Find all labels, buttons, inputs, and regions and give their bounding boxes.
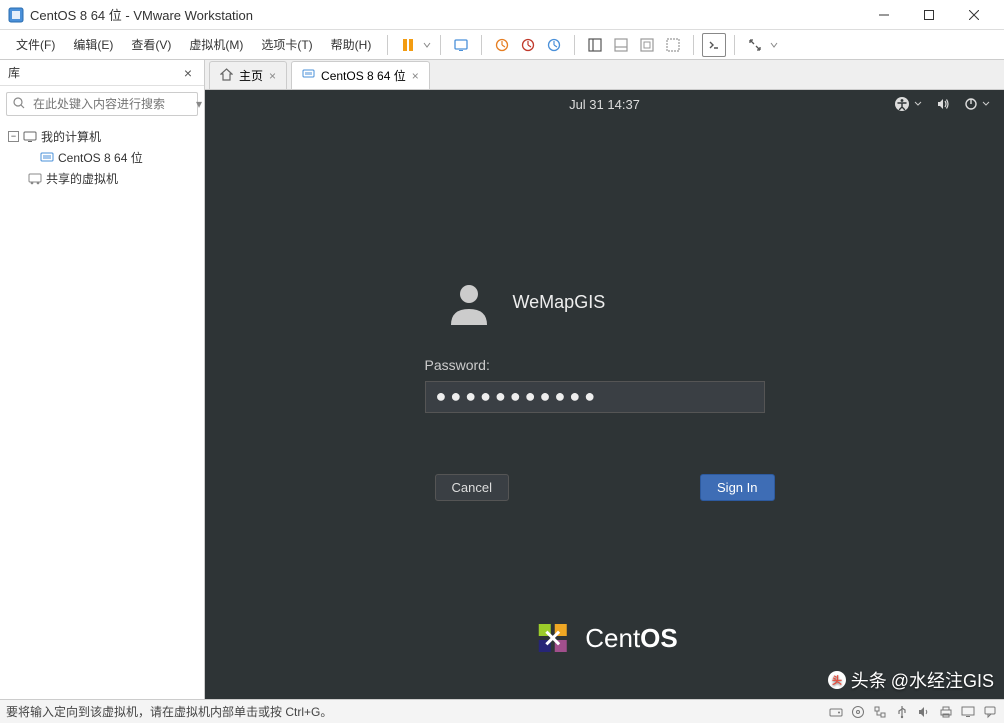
centos-logo-icon [531,617,573,659]
tray-printer-icon[interactable] [938,704,954,720]
login-panel: WeMapGIS Password: [425,279,785,413]
username-label: WeMapGIS [513,292,606,313]
status-text: 要将输入定向到该虚拟机，请在虚拟机内部单击或按 Ctrl+G。 [6,703,828,720]
gnome-top-bar: Jul 31 14:37 [205,90,1004,118]
centos-text: CentOS [585,623,678,654]
menu-view[interactable]: 查看(V) [123,32,179,57]
search-icon [7,97,31,112]
library-sidebar: 库 × ▾ − 我的计算机 CentOS 8 64 位 共享的虚拟机 [0,60,205,699]
watermark: 头 头条 @水经注GIS [827,667,994,693]
sidebar-close-button[interactable]: × [180,65,196,81]
send-cad-button[interactable] [449,33,473,57]
tree-label: 共享的虚拟机 [46,170,118,187]
separator [734,35,735,55]
gnome-clock[interactable]: Jul 31 14:37 [569,97,640,112]
vm-viewport[interactable]: Jul 31 14:37 WeMapGIS [205,90,1004,699]
tab-close-icon[interactable]: × [269,69,276,83]
home-icon [220,68,233,84]
unity-button[interactable] [661,33,685,57]
view-single-button[interactable] [583,33,607,57]
login-buttons: Cancel Sign In [435,474,775,501]
menu-help[interactable]: 帮助(H) [323,32,380,57]
separator [693,35,694,55]
collapse-icon[interactable]: − [8,131,19,142]
tree-label: 我的计算机 [41,128,101,145]
console-button[interactable] [702,33,726,57]
signin-button[interactable]: Sign In [700,474,774,501]
tree-label: CentOS 8 64 位 [58,149,143,166]
tab-bar: 主页 × CentOS 8 64 位 × [205,60,1004,90]
tab-label: 主页 [239,67,263,84]
tray-cd-icon[interactable] [850,704,866,720]
library-tree: − 我的计算机 CentOS 8 64 位 共享的虚拟机 [0,122,204,193]
power-menu[interactable] [964,97,990,111]
tab-centos[interactable]: CentOS 8 64 位 × [291,61,430,89]
stretch-button[interactable] [743,33,767,57]
tray-hdd-icon[interactable] [828,704,844,720]
separator [481,35,482,55]
tray-usb-icon[interactable] [894,704,910,720]
menu-vm[interactable]: 虚拟机(M) [181,32,251,57]
vm-icon [302,68,315,84]
tab-home[interactable]: 主页 × [209,61,287,89]
watermark-prefix: 头条 [851,667,887,693]
pause-dropdown[interactable] [422,41,432,49]
tray-display-icon[interactable] [960,704,976,720]
password-input[interactable] [425,381,765,413]
vm-icon [40,151,54,165]
manage-snapshots-button[interactable] [542,33,566,57]
cancel-button[interactable]: Cancel [435,474,509,501]
revert-snapshot-button[interactable] [516,33,540,57]
password-label: Password: [425,357,490,373]
tab-close-icon[interactable]: × [412,69,419,83]
watermark-handle: @水经注GIS [891,667,994,693]
separator [387,35,388,55]
avatar-icon [445,279,493,327]
close-button[interactable] [951,0,996,30]
menubar: 文件(F) 编辑(E) 查看(V) 虚拟机(M) 选项卡(T) 帮助(H) [0,30,1004,60]
tree-item-shared-vms[interactable]: 共享的虚拟机 [8,168,196,189]
window-titlebar: CentOS 8 64 位 - VMware Workstation [0,0,1004,30]
menu-tabs[interactable]: 选项卡(T) [253,32,320,57]
tab-label: CentOS 8 64 位 [321,67,406,84]
app-icon [8,7,24,23]
shared-icon [28,172,42,186]
sidebar-title: 库 [8,64,20,81]
tray-network-icon[interactable] [872,704,888,720]
window-title: CentOS 8 64 位 - VMware Workstation [30,5,861,24]
search-input[interactable] [31,93,190,115]
separator [440,35,441,55]
menu-edit[interactable]: 编辑(E) [65,32,121,57]
svg-text:头: 头 [832,674,842,687]
pause-button[interactable] [396,33,420,57]
content-area: 主页 × CentOS 8 64 位 × Jul 31 14:37 [205,60,1004,699]
menu-file[interactable]: 文件(F) [8,32,63,57]
fullscreen-button[interactable] [635,33,659,57]
tray-message-icon[interactable] [982,704,998,720]
separator [574,35,575,55]
tree-item-centos[interactable]: CentOS 8 64 位 [8,147,196,168]
volume-icon[interactable] [936,97,950,111]
computer-icon [23,130,37,144]
centos-logo: CentOS [531,617,678,659]
tray-sound-icon[interactable] [916,704,932,720]
maximize-button[interactable] [906,0,951,30]
minimize-button[interactable] [861,0,906,30]
accessibility-menu[interactable] [894,96,922,112]
sidebar-search: ▾ [6,92,198,116]
statusbar: 要将输入定向到该虚拟机，请在虚拟机内部单击或按 Ctrl+G。 [0,699,1004,723]
stretch-dropdown[interactable] [769,41,779,49]
device-tray [828,704,998,720]
tree-root-my-computer[interactable]: − 我的计算机 [8,126,196,147]
view-thumbnail-button[interactable] [609,33,633,57]
snapshot-button[interactable] [490,33,514,57]
